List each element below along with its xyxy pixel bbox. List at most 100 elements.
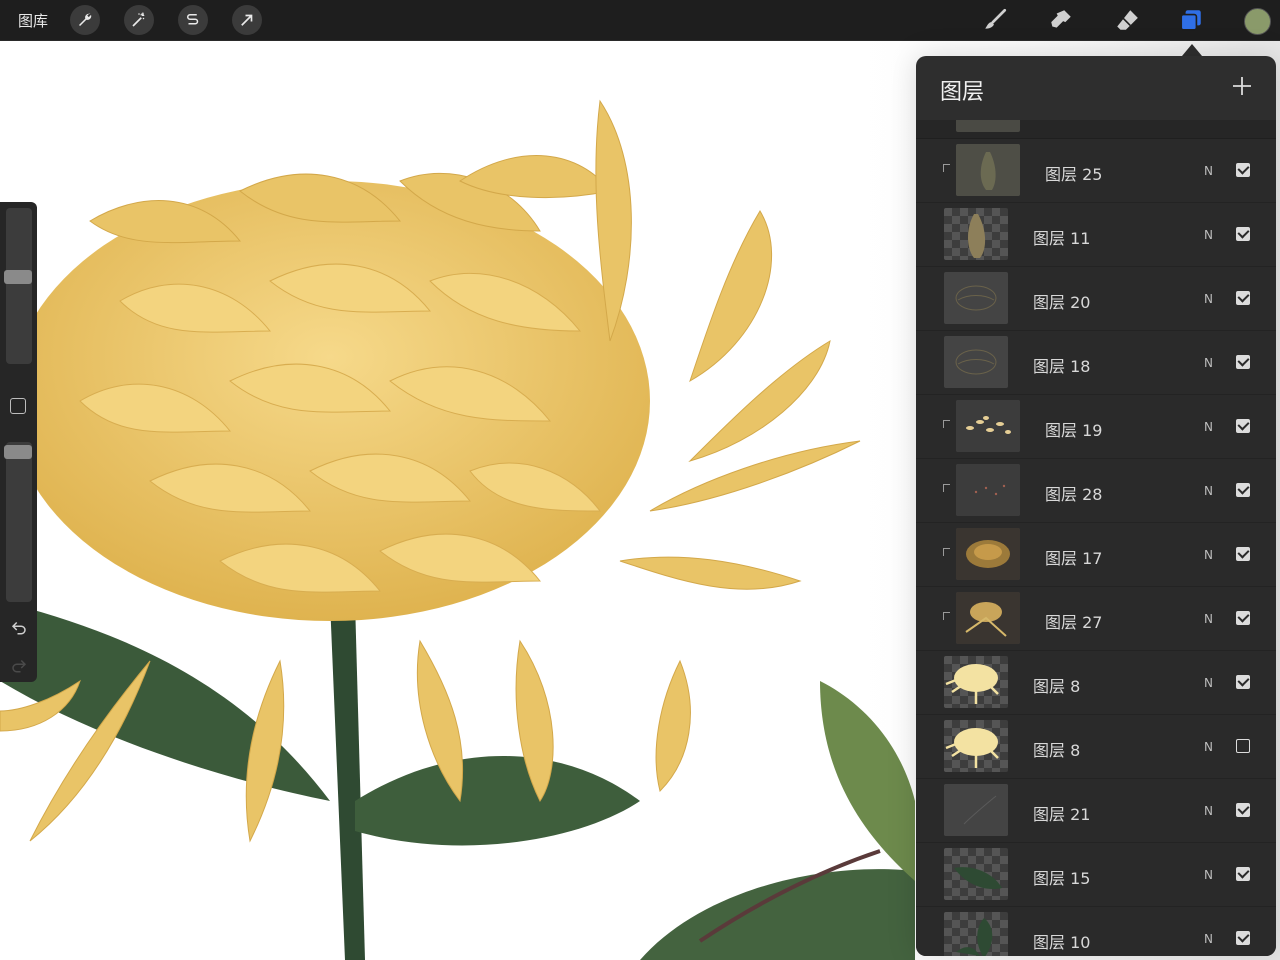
plus-icon[interactable] [1230, 74, 1254, 98]
layer-name: 图层 10 [1033, 933, 1091, 952]
layer-blend-mode[interactable]: N [1204, 548, 1213, 562]
layer-row[interactable]: 图层 20 N [916, 267, 1276, 331]
layer-thumbnail [944, 656, 1008, 708]
clipping-mask-icon [943, 164, 950, 172]
clipping-mask-icon [943, 548, 950, 556]
layer-visibility-checkbox[interactable] [1236, 739, 1250, 753]
layer-row[interactable]: 图层 10 N [916, 907, 1276, 956]
layer-thumbnail [956, 120, 1020, 132]
layer-blend-mode[interactable]: N [1204, 356, 1213, 370]
redo-icon[interactable] [10, 656, 28, 674]
left-slider-panel [0, 202, 37, 682]
layer-row[interactable]: 图层 11 N [916, 203, 1276, 267]
layer-row[interactable]: 图层 17 N [916, 523, 1276, 587]
layer-blend-mode[interactable]: N [1204, 292, 1213, 306]
layer-blend-mode[interactable]: N [1204, 868, 1213, 882]
undo-icon[interactable] [10, 618, 28, 636]
brush-size-thumb[interactable] [4, 270, 32, 285]
layers-panel: 图层 图层 25 N 图层 11 N 图层 20 N 图层 18 N 图层 19 N 图层 28 N 图… [916, 56, 1276, 956]
layer-blend-mode[interactable]: N [1204, 804, 1213, 818]
top-toolbar: 图库 [0, 0, 1280, 41]
transform-button[interactable] [232, 5, 262, 35]
eraser-tool-button[interactable] [1112, 5, 1142, 35]
opacity-thumb[interactable] [4, 444, 32, 459]
transform-arrow-icon [241, 14, 253, 26]
layer-row-partial[interactable] [916, 120, 1276, 139]
layer-visibility-checkbox[interactable] [1236, 547, 1250, 561]
layers-list: 图层 25 N 图层 11 N 图层 20 N 图层 18 N 图层 19 N 图层 28 N 图层 1… [916, 120, 1276, 956]
layer-thumbnail [944, 272, 1008, 324]
layer-visibility-checkbox[interactable] [1236, 419, 1250, 433]
layer-visibility-checkbox[interactable] [1236, 355, 1250, 369]
layer-visibility-checkbox[interactable] [1236, 867, 1250, 881]
layer-row[interactable]: 图层 19 N [916, 395, 1276, 459]
selection-button[interactable] [178, 5, 208, 35]
layer-row[interactable]: 图层 8 N [916, 715, 1276, 779]
layers-icon [1180, 10, 1201, 31]
layer-name: 图层 15 [1033, 869, 1091, 888]
layer-row[interactable]: 图层 8 N [916, 651, 1276, 715]
layer-name: 图层 20 [1033, 293, 1091, 312]
gallery-button[interactable]: 图库 [18, 10, 48, 31]
opacity-slider[interactable] [6, 442, 32, 602]
wrench-icon [79, 13, 92, 26]
layer-thumbnail [956, 400, 1020, 452]
clipping-mask-icon [943, 484, 950, 492]
layer-visibility-checkbox[interactable] [1236, 227, 1250, 241]
layer-thumbnail [944, 336, 1008, 388]
layer-row[interactable]: 图层 25 N [916, 139, 1276, 203]
layer-thumbnail [956, 464, 1020, 516]
layer-name: 图层 18 [1033, 357, 1091, 376]
layer-name: 图层 27 [1045, 613, 1103, 632]
layers-tool-button[interactable] [1176, 5, 1206, 35]
brush-tool-button[interactable] [980, 5, 1010, 35]
layer-row[interactable]: 图层 18 N [916, 331, 1276, 395]
layer-row[interactable]: 图层 28 N [916, 459, 1276, 523]
clipping-mask-icon [943, 420, 950, 428]
brush-size-slider[interactable] [6, 208, 32, 364]
layers-panel-title: 图层 [940, 80, 985, 105]
smudge-icon [1051, 10, 1071, 28]
layer-visibility-checkbox[interactable] [1236, 611, 1250, 625]
layer-name: 图层 19 [1045, 421, 1103, 440]
selection-s-icon [187, 14, 199, 25]
layer-name: 图层 8 [1033, 677, 1081, 696]
layer-thumbnail [956, 144, 1020, 196]
magic-wand-icon [132, 12, 145, 27]
brush-icon [985, 8, 1007, 29]
layer-blend-mode[interactable]: N [1204, 740, 1213, 754]
layer-blend-mode[interactable]: N [1204, 164, 1213, 178]
layer-blend-mode[interactable]: N [1204, 420, 1213, 434]
layer-visibility-checkbox[interactable] [1236, 803, 1250, 817]
layer-blend-mode[interactable]: N [1204, 676, 1213, 690]
layer-row[interactable]: 图层 21 N [916, 779, 1276, 843]
layer-blend-mode[interactable]: N [1204, 612, 1213, 626]
layer-thumbnail [944, 720, 1008, 772]
color-picker-button[interactable] [1244, 8, 1271, 35]
layer-thumbnail [956, 528, 1020, 580]
layer-blend-mode[interactable]: N [1204, 484, 1213, 498]
layer-name: 图层 17 [1045, 549, 1103, 568]
layer-thumbnail [944, 912, 1008, 956]
layer-name: 图层 11 [1033, 229, 1091, 248]
layer-row[interactable]: 图层 27 N [916, 587, 1276, 651]
layer-visibility-checkbox[interactable] [1236, 163, 1250, 177]
smudge-tool-button[interactable] [1046, 5, 1076, 35]
adjustments-button[interactable] [124, 5, 154, 35]
layer-blend-mode[interactable]: N [1204, 228, 1213, 242]
layer-name: 图层 21 [1033, 805, 1091, 824]
layer-visibility-checkbox[interactable] [1236, 291, 1250, 305]
eraser-icon [1117, 10, 1138, 30]
square-modify-icon[interactable] [10, 398, 26, 414]
layer-visibility-checkbox[interactable] [1236, 483, 1250, 497]
actions-button[interactable] [70, 5, 100, 35]
layer-visibility-checkbox[interactable] [1236, 931, 1250, 945]
layer-row[interactable]: 图层 15 N [916, 843, 1276, 907]
layer-name: 图层 8 [1033, 741, 1081, 760]
layer-thumbnail [956, 592, 1020, 644]
layers-popover-arrow [1182, 44, 1202, 56]
layer-name: 图层 28 [1045, 485, 1103, 504]
clipping-mask-icon [943, 612, 950, 620]
layer-blend-mode[interactable]: N [1204, 932, 1213, 946]
layer-visibility-checkbox[interactable] [1236, 675, 1250, 689]
